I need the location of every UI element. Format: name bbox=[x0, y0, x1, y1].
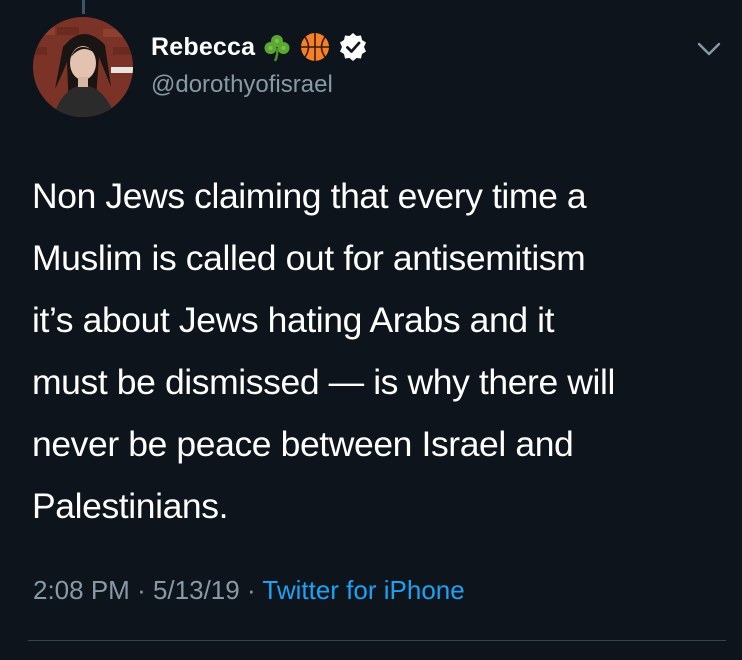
meta-separator: · bbox=[246, 575, 256, 605]
basketball-icon bbox=[299, 31, 331, 63]
author-display-name[interactable]: Rebecca bbox=[151, 33, 255, 62]
tweet-text: Non Jews claiming that every time a Musl… bbox=[32, 176, 615, 526]
meta-separator: · bbox=[137, 575, 146, 605]
shamrock-icon bbox=[261, 31, 293, 63]
thread-connector-line bbox=[82, 0, 85, 14]
verified-badge-icon bbox=[337, 31, 369, 63]
chevron-down-icon[interactable] bbox=[695, 38, 723, 60]
avatar[interactable] bbox=[33, 17, 133, 117]
avatar-photo bbox=[33, 17, 133, 117]
divider bbox=[28, 640, 726, 641]
tweet-metadata: 2:08 PM · 5/13/19 · Twitter for iPhone bbox=[33, 575, 465, 606]
tweet-time[interactable]: 2:08 PM bbox=[33, 575, 130, 605]
author-name-row[interactable]: Rebecca bbox=[151, 30, 369, 64]
author-handle[interactable]: @dorothyofisrael bbox=[151, 71, 333, 99]
tweet-date[interactable]: 5/13/19 bbox=[153, 575, 240, 605]
tweet-source-link[interactable]: Twitter for iPhone bbox=[262, 575, 464, 605]
